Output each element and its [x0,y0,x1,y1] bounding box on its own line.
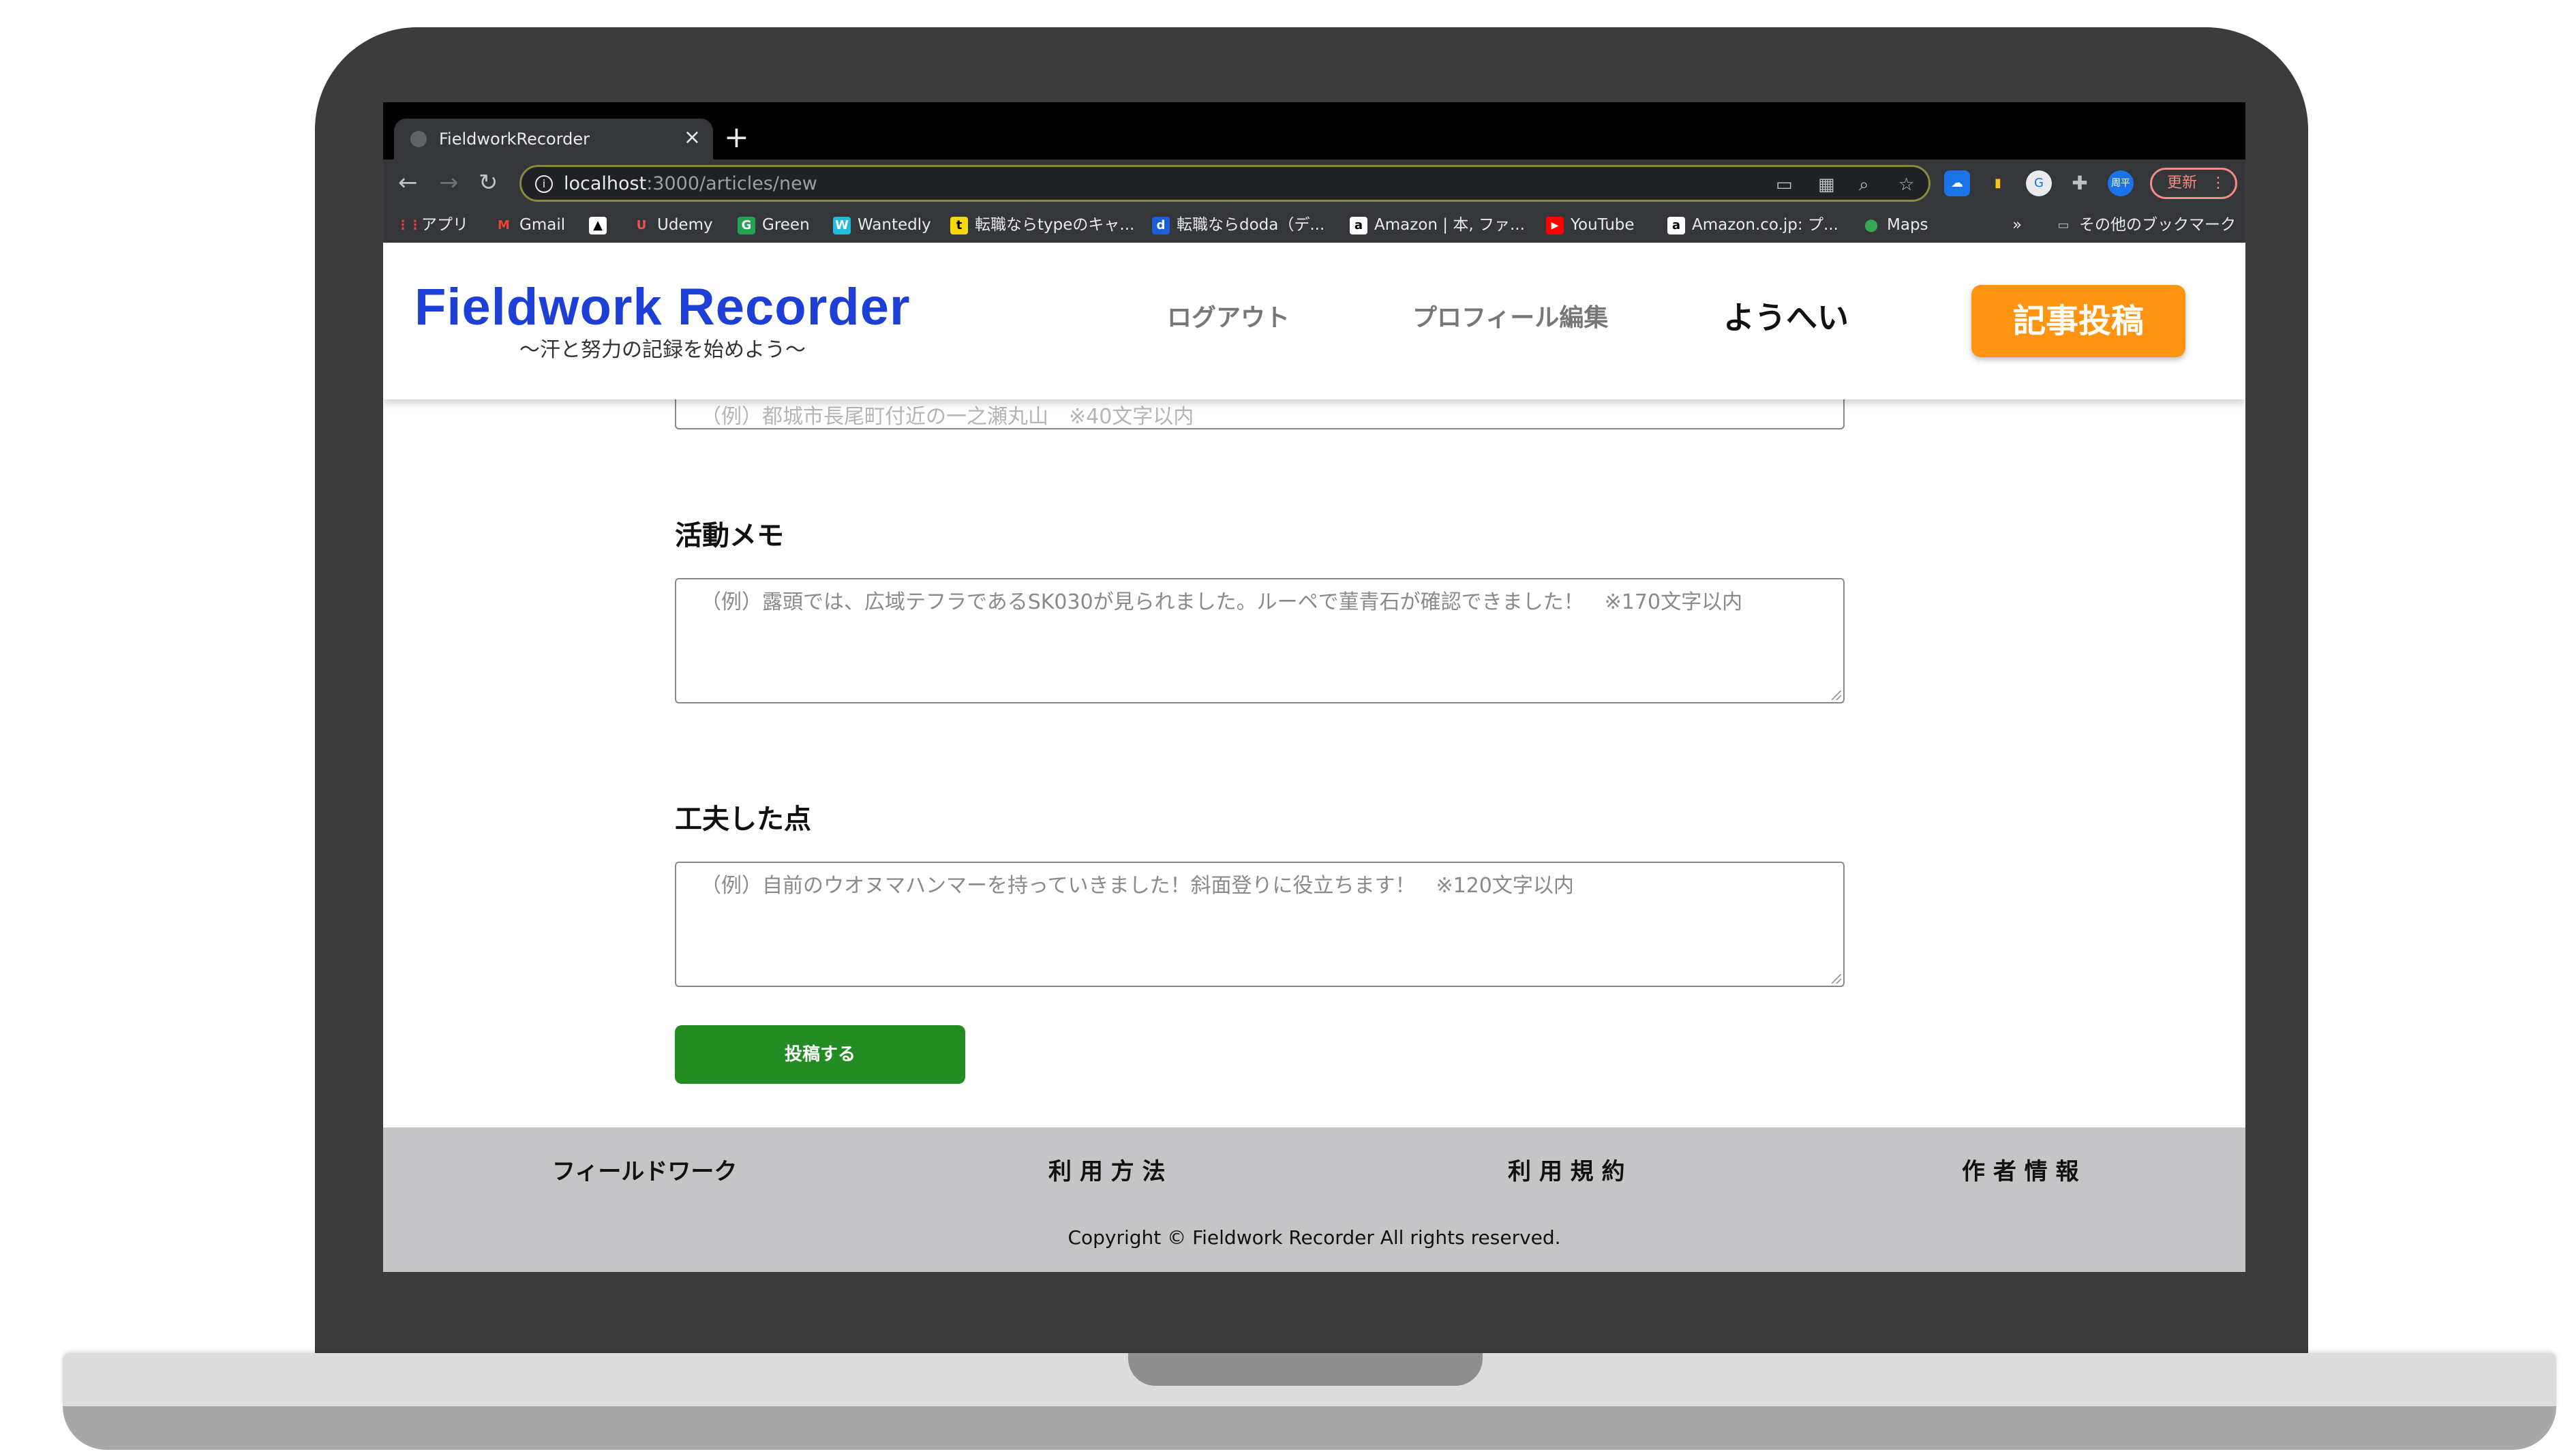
back-icon[interactable]: ← [398,169,418,196]
memo-label: 活動メモ [675,520,784,551]
profile-edit-link[interactable]: プロフィール編集 [1412,301,1608,335]
footer-link-terms[interactable]: 利 用 規 約 [1508,1155,1625,1189]
resize-handle-icon[interactable] [1832,974,1841,984]
bookmark-amazon-jp[interactable]: a Amazon.co.jp: プ... [1667,214,1838,236]
laptop-base-bottom [63,1406,2556,1450]
type-icon: t [950,216,968,234]
post-article-button[interactable]: 記事投稿 [1971,285,2185,357]
site-header: Fieldwork Recorder 〜汗と努力の記録を始めよう〜 ログアウト … [383,243,2245,399]
footer-link-fieldwork[interactable]: フィールドワーク [552,1155,737,1189]
gmail-icon: M [498,217,510,232]
bookmark-amazon[interactable]: a Amazon | 本, ファ... [1350,214,1525,236]
footer-link-author[interactable]: 作 者 情 報 [1962,1155,2079,1189]
bookmark-doda[interactable]: d 転職ならdoda（デ... [1152,214,1324,236]
zoom-icon[interactable]: ⌕ [1859,174,1869,196]
wantedly-icon: W [833,216,851,234]
site-footer: フィールドワーク 利 用 方 法 利 用 規 約 作 者 情 報 Copyrig… [383,1127,2245,1272]
apps-grid-icon: ⋮⋮ [397,217,421,232]
url-text[interactable]: localhost:3000/articles/new [564,172,817,196]
site-tagline: 〜汗と努力の記録を始めよう〜 [519,338,806,362]
user-name: ようへい [1723,299,1849,336]
place-placeholder: （例）都城市長尾町付近の一之瀬丸山 ※40文字以内 [701,405,1194,429]
update-button[interactable]: 更新 ⋮ [2150,168,2237,199]
bookmark-type[interactable]: t 転職ならtypeのキャ... [950,214,1134,236]
bookmark-youtube[interactable]: ▶ YouTube [1546,214,1635,236]
youtube-icon: ▶ [1546,216,1564,234]
cast-icon[interactable]: ▭ [1776,174,1793,196]
amazon-icon: a [1667,216,1685,234]
address-bar[interactable]: i localhost:3000/articles/new ▭ ▦ ⌕ ☆ [519,165,1931,202]
tab-title: FieldworkRecorder [439,130,590,149]
udemy-icon: U [636,217,647,232]
bookmarks-bar: ⋮⋮アプリ M Gmail ▲ U Udemy G Green W Wantedly t… [383,207,2245,243]
close-icon[interactable]: × [684,125,701,150]
forward-icon[interactable]: → [439,169,459,196]
browser-tab-bar: FieldworkRecorder × + [383,102,2245,160]
bookmark-wantedly[interactable]: W Wantedly [833,214,931,236]
qr-code-icon[interactable]: ▦ [1818,174,1835,196]
green-icon: G [738,216,755,234]
doda-icon: d [1152,216,1170,234]
folder-icon: ▭ [2057,217,2070,232]
memo-placeholder: （例）露頭では、広域テフラであるSK030が見られました。ルーペで菫青石が確認で… [701,590,1743,614]
browser-toolbar: ← → ↻ i localhost:3000/articles/new ▭ ▦ … [383,160,2245,207]
bookmark-green[interactable]: G Green [738,214,810,236]
tips-placeholder: （例）自前のウオヌマハンマーを持っていきました！斜面登りに役立ちます！ ※120… [701,874,1574,898]
tips-label: 工夫した点 [675,804,811,835]
extension-bars-icon[interactable]: ▮ [1985,170,2011,196]
more-bookmarks-icon[interactable]: » [2012,214,2022,236]
web-page: （例）都城市長尾町付近の一之瀬丸山 ※40文字以内 活動メモ （例）露頭では、広… [383,243,2245,1272]
tips-textarea[interactable]: （例）自前のウオヌマハンマーを持っていきました！斜面登りに役立ちます！ ※120… [675,862,1845,987]
star-icon[interactable]: ☆ [1898,174,1914,196]
laptop-screen: FieldworkRecorder × + ← → ↻ i localhost:… [383,102,2245,1272]
cloud-extension-icon[interactable]: ☁ [1944,170,1970,196]
bookmark-atcoder[interactable]: ▲ [589,214,614,236]
bookmark-gmail[interactable]: M Gmail [495,214,565,236]
site-logo[interactable]: Fieldwork Recorder [414,277,911,338]
submit-button[interactable]: 投稿する [675,1025,965,1084]
laptop-notch [1128,1353,1483,1386]
footer-link-usage[interactable]: 利 用 方 法 [1048,1155,1166,1189]
puzzle-icon[interactable]: ✚ [2067,170,2093,196]
other-bookmarks[interactable]: ▭ その他のブックマーク [2055,214,2236,236]
info-icon[interactable]: i [535,175,553,193]
reload-icon[interactable]: ↻ [479,169,498,196]
globe-icon [410,131,427,147]
bookmark-udemy[interactable]: U Udemy [633,214,713,236]
amazon-icon: a [1350,216,1367,234]
logout-link[interactable]: ログアウト [1167,301,1290,335]
menu-dots-icon: ⋮ [2211,175,2226,192]
avatar[interactable]: 周平 [2108,170,2134,196]
new-tab-button[interactable]: + [724,121,749,154]
copyright-text: Copyright © Fieldwork Recorder All right… [1068,1226,1561,1249]
memo-textarea[interactable]: （例）露頭では、広域テフラであるSK030が見られました。ルーペで菫青石が確認で… [675,578,1845,703]
translate-icon[interactable]: G [2026,170,2052,196]
resize-handle-icon[interactable] [1832,691,1841,700]
atcoder-icon: ▲ [589,216,607,234]
bookmark-maps[interactable]: ⬤ Maps [1862,214,1928,236]
maps-icon: ⬤ [1864,217,1879,232]
bookmark-apps[interactable]: ⋮⋮アプリ [397,214,468,236]
browser-tab[interactable]: FieldworkRecorder × [394,119,713,160]
